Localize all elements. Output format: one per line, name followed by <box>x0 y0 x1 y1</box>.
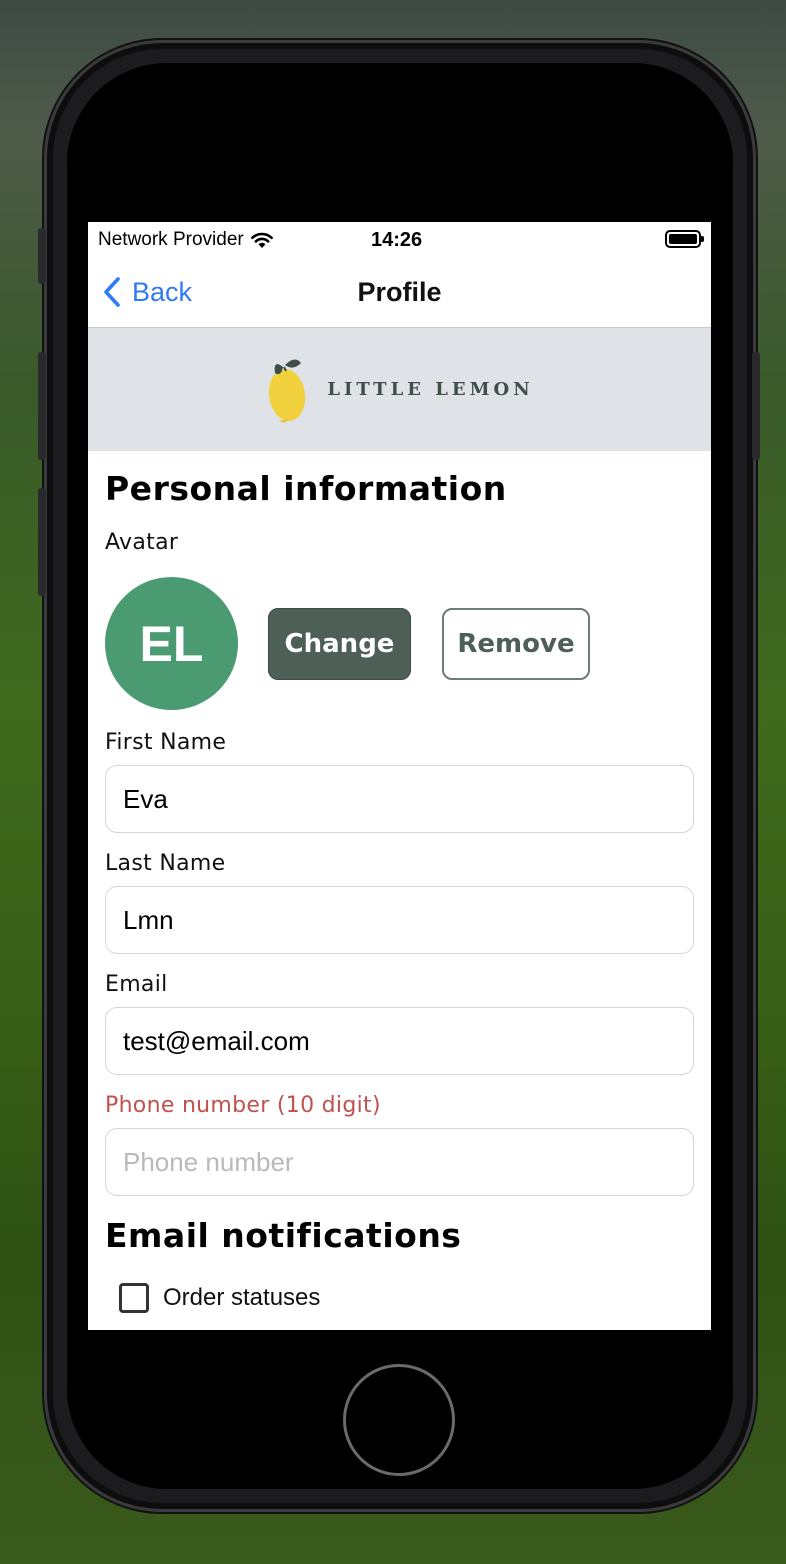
order-statuses-label: Order statuses <box>163 1284 321 1311</box>
email-label: Email <box>105 972 168 997</box>
brand-header: LITTLE LEMON <box>88 328 711 451</box>
status-bar: Network Provider 14:26 <box>88 222 711 258</box>
back-label: Back <box>132 276 193 307</box>
carrier-label: Network Provider <box>98 229 244 250</box>
avatar-label: Avatar <box>105 530 179 555</box>
app-screen: Network Provider 14:26 Back Profile LITT… <box>88 222 711 1330</box>
avatar-row: EL Change Remove <box>105 577 694 710</box>
change-avatar-button[interactable]: Change <box>268 607 411 680</box>
avatar: EL <box>105 577 238 710</box>
navigation-bar: Back Profile <box>88 258 711 328</box>
page-title: Profile <box>357 277 442 307</box>
brand-name: LITTLE LEMON <box>327 379 534 400</box>
phone-label: Phone number (10 digit) <box>105 1093 381 1118</box>
back-button[interactable]: Back <box>102 276 192 308</box>
volume-up-button <box>38 352 46 460</box>
last-name-field[interactable]: Lmn <box>105 886 694 954</box>
volume-down-button <box>38 488 46 596</box>
phone-field[interactable]: Phone number <box>105 1128 694 1196</box>
battery-icon <box>665 230 704 248</box>
remove-avatar-button[interactable]: Remove <box>442 607 590 680</box>
email-notifications-heading: Email notifications <box>105 1216 462 1255</box>
mute-switch <box>38 228 46 284</box>
clock: 14:26 <box>371 228 423 251</box>
carrier: Network Provider <box>98 229 274 251</box>
first-name-field[interactable]: Eva <box>105 765 694 833</box>
home-button[interactable] <box>343 1364 455 1476</box>
chevron-left-icon <box>104 277 120 307</box>
lemon-logo-icon <box>269 358 306 423</box>
order-statuses-checkbox[interactable] <box>119 1283 149 1313</box>
battery-level <box>669 234 697 244</box>
first-name-label: First Name <box>105 730 227 755</box>
email-field[interactable]: test@email.com <box>105 1007 694 1075</box>
profile-form: Personal information Avatar EL Change Re… <box>88 469 711 1313</box>
personal-info-heading: Personal information <box>105 469 507 508</box>
notification-option[interactable]: Order statuses <box>119 1283 694 1313</box>
wifi-icon <box>250 232 273 248</box>
last-name-label: Last Name <box>105 851 226 876</box>
power-button <box>752 352 760 460</box>
